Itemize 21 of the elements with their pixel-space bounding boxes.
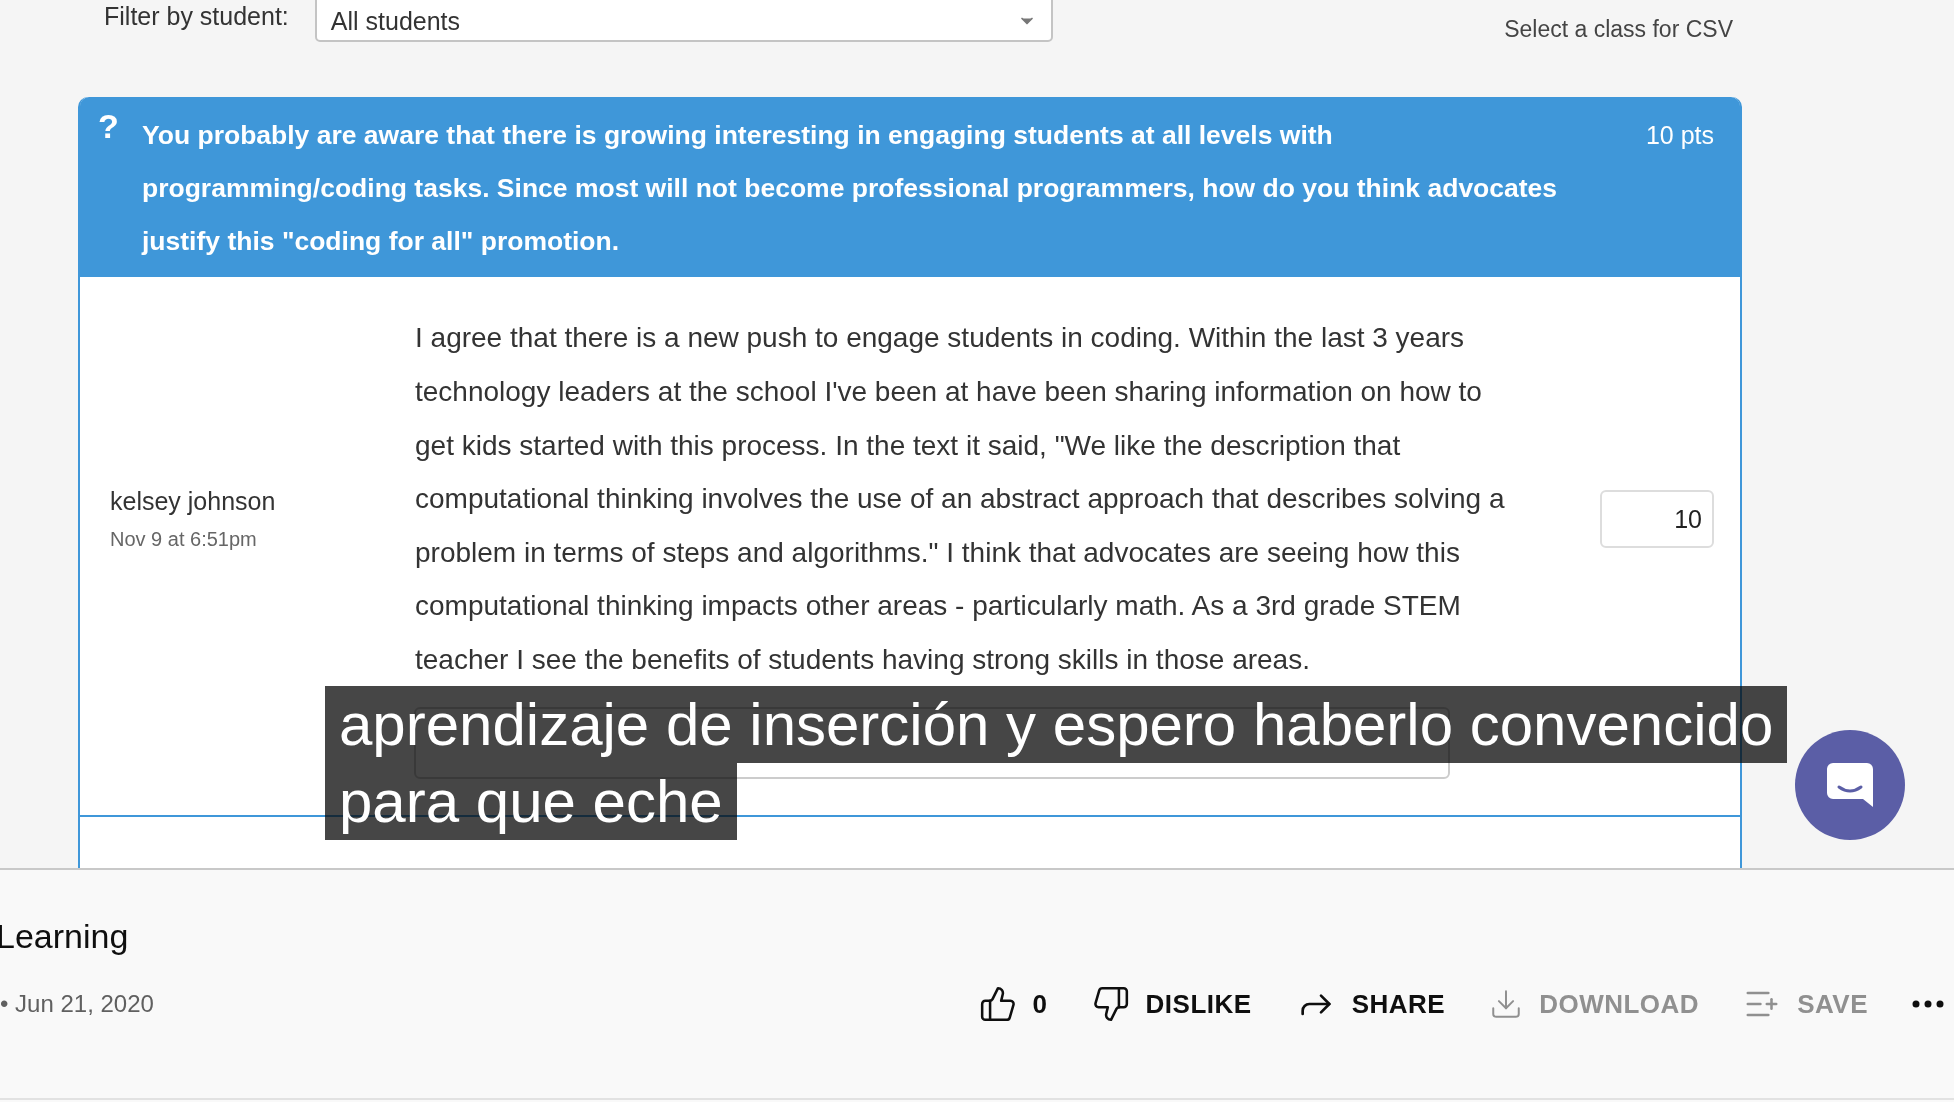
subtitle-overlay: para que eche [325,763,737,840]
question-icon: ? [98,109,142,143]
thumbs-up-icon [978,985,1017,1023]
share-button[interactable]: SHARE [1295,984,1446,1024]
csv-class-hint: Select a class for CSV [1504,16,1733,43]
student-name: kelsey johnson [110,487,277,516]
upload-date: • Jun 21, 2020 [0,990,154,1018]
submission-time: Nov 9 at 6:51pm [110,528,258,551]
student-dropdown[interactable]: All students [314,0,1053,42]
dislike-button[interactable]: DISLIKE [1091,985,1252,1023]
filter-label: Filter by student: [104,2,289,31]
more-icon [1912,1000,1944,1008]
answer-text: I agree that there is a new push to engage students in coding. Within the last 3 years technology leaders at the school I've been at have been sharing information on how to get kids started with this process. In the text it said, "We like the description that computational thinking involves the use of an abstract approach that describes solving a problem in terms of steps and algorithms." I think that advocates are seeing how this computational thinking impacts other areas - particularly math. As a 3rd grade STEM teacher I see the benefits of students having strong skills in those areas. [415,321,1506,677]
thumbs-down-icon [1091,985,1130,1023]
points-label: 10 pts [1645,120,1714,151]
score-field[interactable]: 10 [1600,490,1714,548]
more-button[interactable] [1912,1000,1944,1008]
like-button[interactable]: 0 [978,985,1048,1023]
chat-icon [1825,761,1875,809]
subtitle-overlay: aprendizaje de inserción y espero haberlo convencido [325,686,1788,763]
question-text: You probably are aware that there is growing interesting in engaging students at all levels with programming/coding tasks. Since most will not become professional programmers, how do you think advocates justify this "coding for all" promotion. [142,119,1559,258]
